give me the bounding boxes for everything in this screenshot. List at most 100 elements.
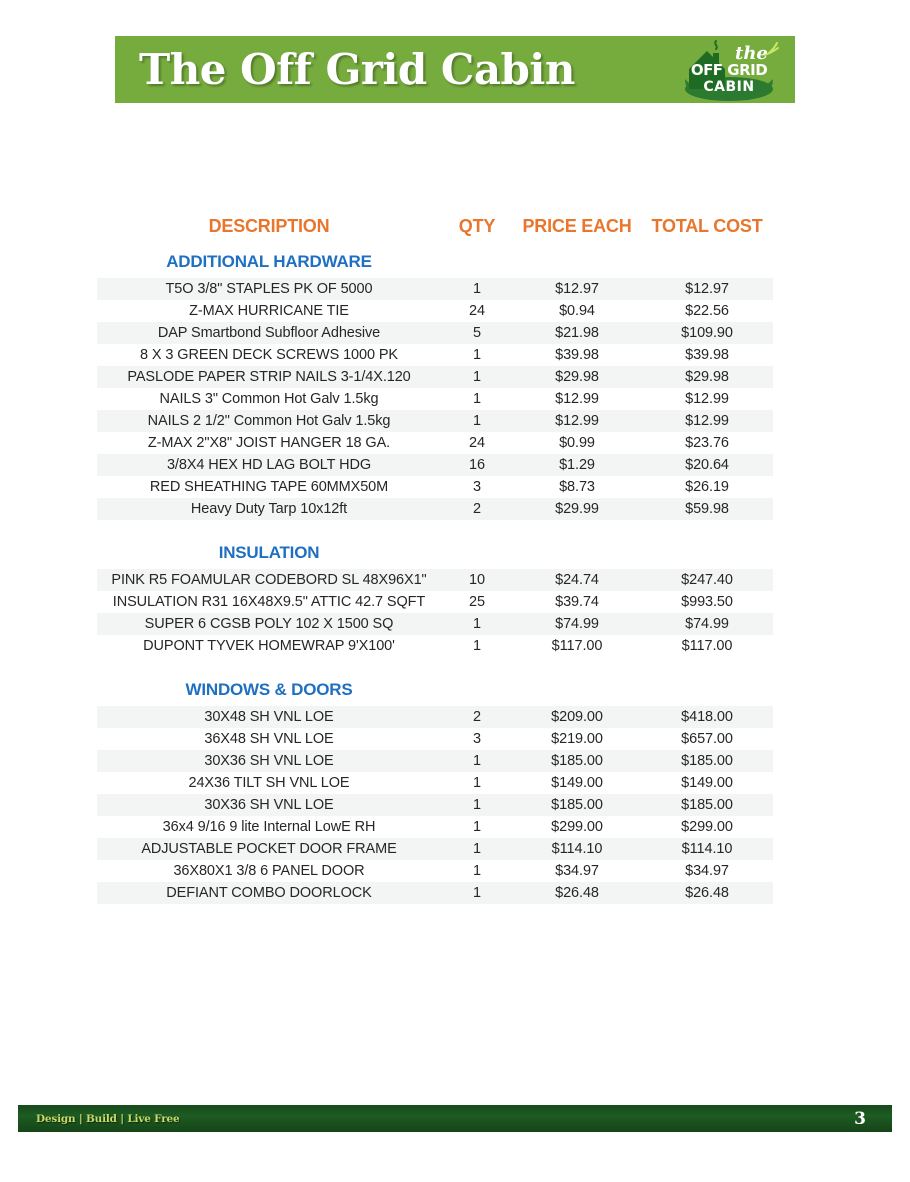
row-total-cost: $117.00 xyxy=(641,635,773,657)
row-total-cost: $993.50 xyxy=(641,591,773,613)
row-description: T5O 3/8" STAPLES PK OF 5000 xyxy=(97,278,441,300)
column-header-total-cost: TOTAL COST xyxy=(651,216,763,236)
row-total-cost: $185.00 xyxy=(641,794,773,816)
row-price-each: $0.94 xyxy=(513,300,641,322)
table-row: Z-MAX HURRICANE TIE 24 $0.94 $22.56 xyxy=(97,300,773,322)
table-row: 30X36 SH VNL LOE 1 $185.00 $185.00 xyxy=(97,794,773,816)
row-description: Heavy Duty Tarp 10x12ft xyxy=(97,498,441,520)
row-description: PINK R5 FOAMULAR CODEBORD SL 48X96X1" xyxy=(97,569,441,591)
row-price-each: $299.00 xyxy=(513,816,641,838)
row-total-cost: $74.99 xyxy=(641,613,773,635)
row-total-cost: $26.48 xyxy=(641,882,773,904)
row-qty: 24 xyxy=(441,432,513,454)
table-section-spacer xyxy=(97,657,773,679)
row-qty: 16 xyxy=(441,454,513,476)
column-header-description: DESCRIPTION xyxy=(208,216,330,236)
row-price-each: $39.74 xyxy=(513,591,641,613)
section-header-blank-cell xyxy=(441,679,513,706)
row-description: NAILS 3" Common Hot Galv 1.5kg xyxy=(97,388,441,410)
row-total-cost: $109.90 xyxy=(641,322,773,344)
row-qty: 1 xyxy=(441,816,513,838)
row-total-cost: $299.00 xyxy=(641,816,773,838)
table-section-header: ADDITIONAL HARDWARE xyxy=(97,251,773,278)
row-qty: 25 xyxy=(441,591,513,613)
row-description: DAP Smartbond Subfloor Adhesive xyxy=(97,322,441,344)
page-header-banner: The Off Grid Cabin the OFF GRID CABIN xyxy=(115,36,795,103)
row-qty: 1 xyxy=(441,410,513,432)
row-description: 24X36 TILT SH VNL LOE xyxy=(97,772,441,794)
svg-text:CABIN: CABIN xyxy=(703,79,754,95)
row-qty: 3 xyxy=(441,728,513,750)
table-row: ADJUSTABLE POCKET DOOR FRAME 1 $114.10 $114… xyxy=(97,838,773,860)
row-total-cost: $185.00 xyxy=(641,750,773,772)
row-total-cost: $12.97 xyxy=(641,278,773,300)
row-price-each: $185.00 xyxy=(513,750,641,772)
section-header-blank-cell xyxy=(641,542,773,569)
section-header-blank-cell xyxy=(441,542,513,569)
row-description: 30X36 SH VNL LOE xyxy=(97,750,441,772)
table-row: 3/8X4 HEX HD LAG BOLT HDG 16 $1.29 $20.64 xyxy=(97,454,773,476)
row-description: PASLODE PAPER STRIP NAILS 3-1/4X.120 xyxy=(97,366,441,388)
row-price-each: $34.97 xyxy=(513,860,641,882)
row-price-each: $1.29 xyxy=(513,454,641,476)
row-total-cost: $149.00 xyxy=(641,772,773,794)
row-total-cost: $39.98 xyxy=(641,344,773,366)
row-price-each: $39.98 xyxy=(513,344,641,366)
row-description: ADJUSTABLE POCKET DOOR FRAME xyxy=(97,838,441,860)
row-qty: 1 xyxy=(441,860,513,882)
row-description: 3/8X4 HEX HD LAG BOLT HDG xyxy=(97,454,441,476)
section-header-blank-cell xyxy=(513,679,641,706)
row-total-cost: $29.98 xyxy=(641,366,773,388)
row-description: Z-MAX 2"X8" JOIST HANGER 18 GA. xyxy=(97,432,441,454)
row-price-each: $24.74 xyxy=(513,569,641,591)
table-row: 30X36 SH VNL LOE 1 $185.00 $185.00 xyxy=(97,750,773,772)
row-description: 36X80X1 3/8 6 PANEL DOOR xyxy=(97,860,441,882)
section-header-blank-cell xyxy=(441,251,513,278)
row-total-cost: $34.97 xyxy=(641,860,773,882)
row-qty: 2 xyxy=(441,706,513,728)
table-row: PASLODE PAPER STRIP NAILS 3-1/4X.120 1 $29… xyxy=(97,366,773,388)
table-header-row: DESCRIPTION QTY PRICE EACH TOTAL COST xyxy=(97,216,773,251)
table-row: RED SHEATHING TAPE 60MMX50M 3 $8.73 $26.19 xyxy=(97,476,773,498)
row-total-cost: $418.00 xyxy=(641,706,773,728)
row-qty: 1 xyxy=(441,278,513,300)
section-header-blank-cell xyxy=(641,251,773,278)
section-header-blank-cell xyxy=(513,542,641,569)
row-description: Z-MAX HURRICANE TIE xyxy=(97,300,441,322)
table-row: DEFIANT COMBO DOORLOCK 1 $26.48 $26.48 xyxy=(97,882,773,904)
row-description: 30X36 SH VNL LOE xyxy=(97,794,441,816)
table-row: DAP Smartbond Subfloor Adhesive 5 $21.98 $1… xyxy=(97,322,773,344)
row-description: SUPER 6 CGSB POLY 102 X 1500 SQ xyxy=(97,613,441,635)
row-price-each: $114.10 xyxy=(513,838,641,860)
table-header: DESCRIPTION QTY PRICE EACH TOTAL COST xyxy=(97,216,773,251)
row-total-cost: $26.19 xyxy=(641,476,773,498)
row-total-cost: $22.56 xyxy=(641,300,773,322)
row-qty: 10 xyxy=(441,569,513,591)
bill-of-materials-table: DESCRIPTION QTY PRICE EACH TOTAL COST AD… xyxy=(97,216,773,904)
row-price-each: $74.99 xyxy=(513,613,641,635)
row-price-each: $12.97 xyxy=(513,278,641,300)
spacer-cell xyxy=(97,657,773,679)
row-price-each: $0.99 xyxy=(513,432,641,454)
row-qty: 1 xyxy=(441,613,513,635)
section-title: ADDITIONAL HARDWARE xyxy=(97,251,441,278)
row-qty: 1 xyxy=(441,772,513,794)
row-price-each: $12.99 xyxy=(513,410,641,432)
row-qty: 2 xyxy=(441,498,513,520)
table-row: NAILS 2 1/2" Common Hot Galv 1.5kg 1 $12.9… xyxy=(97,410,773,432)
page-title: The Off Grid Cabin xyxy=(139,45,575,94)
spacer-cell xyxy=(97,520,773,542)
table-row: 36x4 9/16 9 lite Internal LowE RH 1 $299.0… xyxy=(97,816,773,838)
row-total-cost: $657.00 xyxy=(641,728,773,750)
row-qty: 1 xyxy=(441,750,513,772)
row-qty: 1 xyxy=(441,344,513,366)
column-header-price-each: PRICE EACH xyxy=(522,216,632,236)
column-header-qty: QTY xyxy=(458,216,496,236)
row-total-cost: $114.10 xyxy=(641,838,773,860)
row-price-each: $219.00 xyxy=(513,728,641,750)
table-body: ADDITIONAL HARDWARE T5O 3/8" STAPLES PK O… xyxy=(97,251,773,904)
table-section-header: WINDOWS & DOORS xyxy=(97,679,773,706)
row-total-cost: $12.99 xyxy=(641,388,773,410)
row-total-cost: $59.98 xyxy=(641,498,773,520)
row-price-each: $21.98 xyxy=(513,322,641,344)
